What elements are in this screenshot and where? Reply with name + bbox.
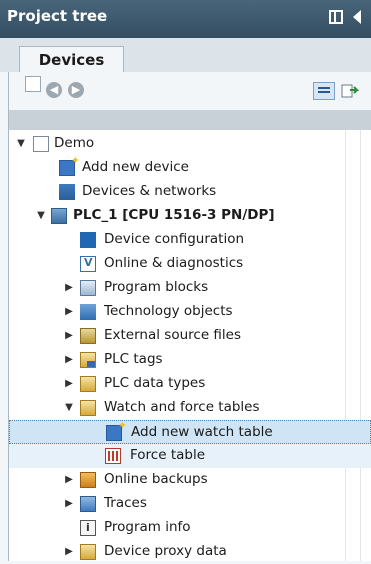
expand-arrow-icon[interactable]: ▶ bbox=[64, 330, 74, 341]
tree-item-plc-data-types[interactable]: ▶ PLC data types bbox=[9, 372, 371, 396]
external-source-icon bbox=[80, 328, 96, 344]
tree-item-label: Program info bbox=[104, 519, 191, 535]
list-view-icon[interactable] bbox=[313, 82, 335, 100]
tree-item-label: Demo bbox=[54, 135, 95, 151]
expand-arrow-icon[interactable]: ▶ bbox=[64, 474, 74, 485]
expand-arrow-icon[interactable]: ▼ bbox=[36, 210, 46, 221]
tree-item-label: Devices & networks bbox=[82, 183, 217, 199]
program-blocks-icon bbox=[80, 280, 96, 296]
project-icon bbox=[33, 136, 49, 152]
tree-item-label: PLC tags bbox=[104, 351, 163, 367]
forward-icon[interactable]: ▶ bbox=[68, 82, 84, 98]
tree-item-label: Watch and force tables bbox=[104, 399, 260, 415]
online-backups-icon bbox=[80, 472, 96, 488]
force-table-icon bbox=[105, 448, 121, 464]
tree-item-label: Force table bbox=[130, 447, 206, 463]
tree-item-online-diagnostics[interactable]: Online & diagnostics bbox=[9, 252, 371, 276]
device-proxy-icon bbox=[80, 544, 96, 560]
add-device-icon bbox=[59, 154, 80, 176]
tab-devices[interactable]: Devices bbox=[19, 46, 124, 73]
split-view-icon[interactable] bbox=[329, 10, 343, 24]
new-doc-icon[interactable] bbox=[25, 76, 41, 92]
tree-item-watch-force-tables[interactable]: ▼ Watch and force tables bbox=[9, 396, 371, 420]
tree-item-online-backups[interactable]: ▶ Online backups bbox=[9, 468, 371, 492]
add-watch-table-icon bbox=[106, 419, 127, 441]
tree-item-external-source-files[interactable]: ▶ External source files bbox=[9, 324, 371, 348]
collapse-panel-icon[interactable] bbox=[353, 10, 361, 24]
tree-item-force-table[interactable]: Force table bbox=[9, 444, 371, 468]
tree-item-device-configuration[interactable]: Device configuration bbox=[9, 228, 371, 252]
tree-item-label: Online backups bbox=[104, 471, 208, 487]
tree-item-add-new-watch-table[interactable]: Add new watch table bbox=[9, 419, 371, 444]
tree-item-plc-tags[interactable]: ▶ PLC tags bbox=[9, 348, 371, 372]
tree-item-label: Traces bbox=[104, 495, 147, 511]
plc-icon bbox=[51, 208, 67, 224]
technology-objects-icon bbox=[80, 304, 96, 320]
sync-icon[interactable] bbox=[341, 82, 360, 100]
tree-item-label: Program blocks bbox=[104, 279, 209, 295]
tree-item-label: Online & diagnostics bbox=[104, 255, 244, 271]
tree-item-label: Add new watch table bbox=[131, 424, 273, 440]
watch-force-icon bbox=[80, 400, 96, 416]
tree-item-devices-networks[interactable]: Devices & networks bbox=[9, 180, 371, 204]
toolbar: ◀ ▶ bbox=[9, 72, 371, 110]
tree-item-traces[interactable]: ▶ Traces bbox=[9, 492, 371, 516]
tree-item-device-proxy-data[interactable]: ▶ Device proxy data bbox=[9, 540, 371, 564]
diagnostics-icon bbox=[80, 256, 96, 272]
tree-item-add-new-device[interactable]: Add new device bbox=[9, 154, 371, 180]
tree-item-label: Add new device bbox=[82, 159, 189, 175]
tree-item-demo[interactable]: ▼ Demo bbox=[9, 132, 371, 156]
tree-item-label: External source files bbox=[104, 327, 242, 343]
program-info-icon bbox=[80, 520, 96, 536]
tree-item-label: PLC_1 [CPU 1516-3 PN/DP] bbox=[73, 207, 275, 223]
plc-tags-icon bbox=[80, 352, 96, 368]
tree-item-label: Technology objects bbox=[104, 303, 233, 319]
tree-item-program-blocks[interactable]: ▶ Program blocks bbox=[9, 276, 371, 300]
project-tree: ▼ Demo Add new device Devices & networks… bbox=[9, 130, 371, 561]
expand-arrow-icon[interactable]: ▶ bbox=[64, 378, 74, 389]
back-icon[interactable]: ◀ bbox=[46, 82, 62, 98]
tree-header bbox=[9, 110, 371, 130]
tree-item-plc1[interactable]: ▼ PLC_1 [CPU 1516-3 PN/DP] bbox=[9, 204, 371, 228]
tree-item-label: PLC data types bbox=[104, 375, 206, 391]
expand-arrow-icon[interactable]: ▶ bbox=[64, 306, 74, 317]
expand-arrow-icon[interactable]: ▶ bbox=[64, 282, 74, 293]
expand-arrow-icon[interactable]: ▼ bbox=[64, 402, 74, 413]
traces-icon bbox=[80, 496, 96, 512]
panel-header: Project tree bbox=[0, 0, 371, 38]
expand-arrow-icon[interactable]: ▶ bbox=[64, 498, 74, 509]
expand-arrow-icon[interactable]: ▶ bbox=[64, 354, 74, 365]
tree-item-technology-objects[interactable]: ▶ Technology objects bbox=[9, 300, 371, 324]
tab-strip: Devices bbox=[0, 38, 371, 73]
tree-item-program-info[interactable]: Program info bbox=[9, 516, 371, 540]
tree-item-label: Device configuration bbox=[104, 231, 245, 247]
device-config-icon bbox=[80, 232, 96, 248]
expand-arrow-icon[interactable]: ▼ bbox=[16, 138, 26, 149]
tree-item-label: Device proxy data bbox=[104, 543, 227, 559]
expand-arrow-icon[interactable]: ▶ bbox=[64, 546, 74, 557]
panel-title: Project tree bbox=[7, 7, 108, 25]
network-icon bbox=[59, 184, 75, 200]
plc-data-types-icon bbox=[80, 376, 96, 392]
